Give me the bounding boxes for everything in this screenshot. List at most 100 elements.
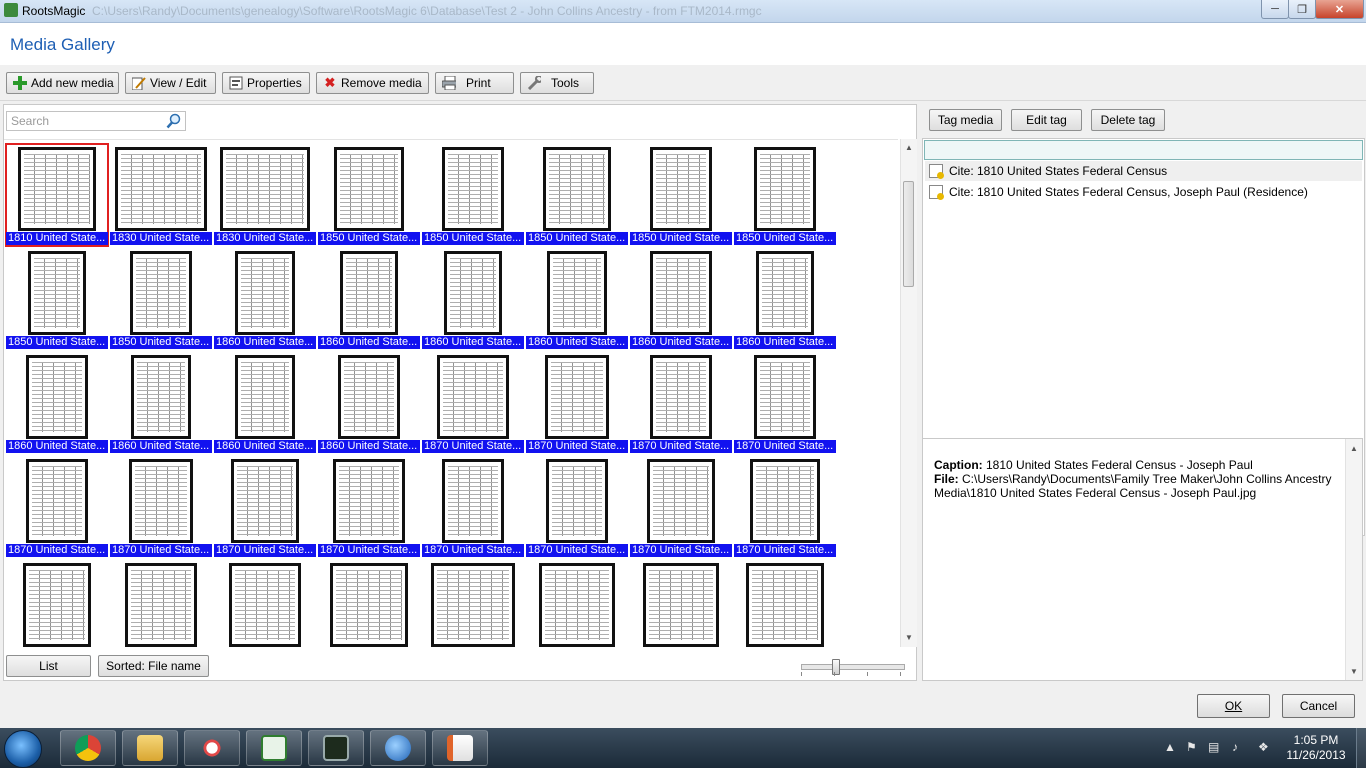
taskbar-thunderbird[interactable] [370,730,426,766]
show-desktop-button[interactable] [1356,728,1366,768]
media-thumbnail[interactable]: 1870 United State... [734,456,836,558]
media-thumbnail[interactable]: 1810 United State... [5,143,109,247]
sort-button[interactable]: Sorted: File name [98,655,209,677]
taskbar-snipping-tool[interactable] [184,730,240,766]
maximize-button[interactable]: ❐ [1288,0,1316,19]
thumbnail-size-slider[interactable] [801,659,905,675]
gallery-scrollbar[interactable]: ▲ ▼ [900,139,917,647]
tag-list-item[interactable]: Cite: 1810 United States Federal Census [925,161,1362,181]
media-thumbnail[interactable]: 1870 United State... [110,456,212,558]
media-thumbnail[interactable] [422,560,524,648]
media-thumbnail[interactable]: 1870 United State... [630,352,732,454]
media-thumbnail[interactable]: 1850 United State... [734,144,836,246]
media-thumbnail[interactable]: 1860 United State... [422,248,524,350]
network-icon[interactable]: ▤ [1208,741,1220,753]
census-image-lines [32,362,82,432]
media-thumbnail[interactable]: 1830 United State... [214,144,316,246]
media-thumbnail[interactable]: 1850 United State... [110,248,212,350]
media-thumbnail[interactable]: 1860 United State... [214,352,316,454]
census-image-lines [136,258,186,328]
media-thumbnail[interactable] [214,560,316,648]
media-thumbnail[interactable]: 1870 United State... [422,456,524,558]
media-thumbnail[interactable]: 1870 United State... [526,456,628,558]
census-image-lines [448,466,498,536]
media-thumbnail[interactable] [318,560,420,648]
properties-button[interactable]: Properties [222,72,310,94]
add-new-media-button[interactable]: Add new media [6,72,119,94]
media-thumbnail[interactable]: 1870 United State... [526,352,628,454]
media-thumbnail[interactable]: 1870 United State... [734,352,836,454]
census-image-lines [241,362,289,432]
scroll-up-icon[interactable]: ▲ [1350,444,1358,453]
taskbar-impress[interactable] [432,730,488,766]
minimize-button[interactable]: ─ [1261,0,1289,19]
ok-button[interactable]: OK [1197,694,1270,718]
census-image [539,563,615,647]
media-thumbnail[interactable]: 1860 United State... [734,248,836,350]
media-thumbnail[interactable]: 1850 United State... [6,248,108,350]
delete-tag-button[interactable]: Delete tag [1091,109,1165,131]
print-button[interactable]: Print [435,72,514,94]
media-thumbnail[interactable]: 1830 United State... [110,144,212,246]
tools-button[interactable]: Tools [520,72,594,94]
taskbar-explorer[interactable] [122,730,178,766]
census-image [333,459,405,543]
media-thumbnail[interactable]: 1850 United State... [630,144,732,246]
media-thumbnail[interactable]: 1860 United State... [318,352,420,454]
media-thumbnail[interactable] [734,560,836,648]
media-thumbnail[interactable]: 1870 United State... [214,456,316,558]
remove-media-button[interactable]: ✖ Remove media [316,72,429,94]
clock-date: 11/26/2013 [1286,748,1346,762]
media-thumbnail[interactable]: 1860 United State... [214,248,316,350]
details-scrollbar[interactable]: ▲ ▼ [1345,439,1362,680]
scroll-down-icon[interactable]: ▼ [1350,667,1358,676]
census-image-lines [553,258,601,328]
media-thumbnail[interactable]: 1860 United State... [6,352,108,454]
search-box[interactable] [6,111,186,131]
show-hidden-icons-icon[interactable]: ▲ [1164,741,1176,753]
media-thumbnail[interactable]: 1860 United State... [318,248,420,350]
start-button[interactable] [4,730,42,768]
cancel-button[interactable]: Cancel [1282,694,1355,718]
scrollbar-thumb[interactable] [903,181,914,287]
media-thumbnail[interactable]: 1850 United State... [318,144,420,246]
census-image [330,563,408,647]
media-thumbnail[interactable]: 1870 United State... [318,456,420,558]
media-thumbnail[interactable] [526,560,628,648]
scroll-up-icon[interactable]: ▲ [905,143,913,152]
media-thumbnail[interactable]: 1870 United State... [630,456,732,558]
census-image [437,355,509,439]
media-thumbnail[interactable] [110,560,212,648]
close-button[interactable]: ✕ [1315,0,1364,19]
media-thumbnail[interactable]: 1860 United State... [630,248,732,350]
media-thumbnail[interactable]: 1850 United State... [422,144,524,246]
media-thumbnail[interactable]: 1870 United State... [422,352,524,454]
media-thumbnail[interactable]: 1860 United State... [526,248,628,350]
scroll-down-icon[interactable]: ▼ [905,633,913,642]
media-thumbnail[interactable]: 1860 United State... [110,352,212,454]
tag-list-item[interactable]: Cite: 1810 United States Federal Census,… [929,182,1308,202]
thumbnail-caption: 1850 United State... [110,336,212,349]
census-image-lines [760,362,810,432]
media-thumbnail[interactable] [6,560,108,648]
close-icon: ✕ [1334,3,1345,16]
media-thumbnail[interactable]: 1850 United State... [526,144,628,246]
tag-item-label: Cite: 1810 United States Federal Census,… [949,185,1308,199]
media-thumbnail[interactable]: 1870 United State... [6,456,108,558]
taskbar-rootsmagic[interactable] [246,730,302,766]
edit-tag-button[interactable]: Edit tag [1011,109,1082,131]
taskbar-terminal[interactable] [308,730,364,766]
action-center-flag-icon[interactable]: ⚑ [1186,741,1198,753]
clock[interactable]: 1:05 PM 11/26/2013 [1285,733,1347,763]
volume-icon[interactable]: ♪ [1232,741,1244,753]
view-edit-button[interactable]: View / Edit [125,72,216,94]
search-icon[interactable] [166,113,182,129]
taskbar-chrome[interactable] [60,730,116,766]
media-thumbnail[interactable] [630,560,732,648]
tag-list-selection-row[interactable] [924,140,1363,160]
search-input[interactable] [7,112,165,130]
census-image [546,459,608,543]
list-button[interactable]: List [6,655,91,677]
dropbox-icon[interactable]: ❖ [1258,741,1270,753]
tag-media-button[interactable]: Tag media [929,109,1002,131]
